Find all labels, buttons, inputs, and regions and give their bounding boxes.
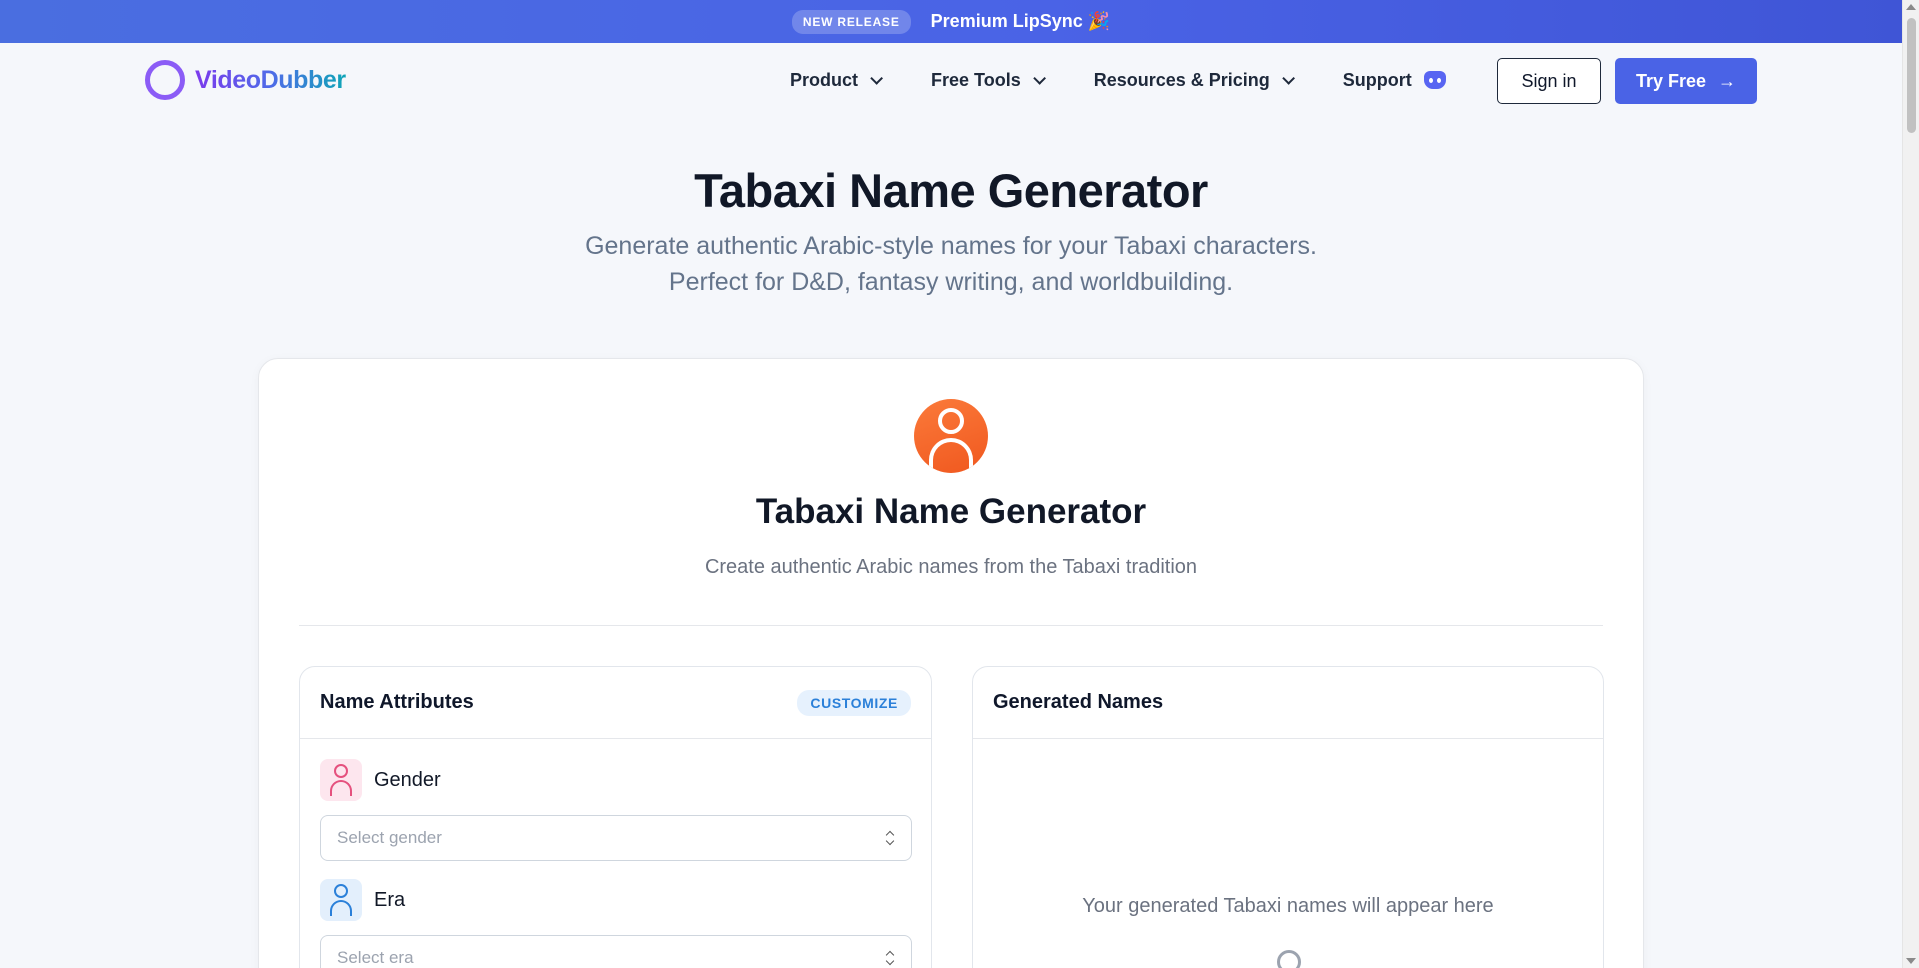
era-select[interactable]: Select era — [320, 935, 912, 968]
nav-item-free-tools[interactable]: Free Tools — [931, 69, 1046, 91]
card-subtitle: Create authentic Arabic names from the T… — [704, 556, 1198, 578]
announcement-bar[interactable]: NEW RELEASE Premium LipSync 🎉 — [0, 0, 1902, 43]
nav-item-support[interactable]: Support — [1343, 70, 1446, 91]
page-subtitle: Generate authentic Arabic-style names fo… — [0, 228, 1902, 300]
gender-select-placeholder: Select gender — [337, 828, 442, 847]
chevron-updown-icon — [885, 829, 895, 847]
subtitle-line-2: Perfect for D&D, fantasy writing, and wo… — [668, 268, 1234, 296]
brand-logo[interactable]: VideoDubber — [145, 60, 346, 100]
nav-item-label: Product — [790, 69, 859, 90]
chevron-down-icon — [1282, 71, 1295, 85]
announcement-message[interactable]: Premium LipSync 🎉 — [931, 11, 1110, 32]
loading-spinner-icon — [1277, 950, 1301, 968]
gender-attribute: Gender — [320, 759, 441, 801]
era-attribute: Era — [320, 879, 405, 921]
panel-header: Name Attributes CUSTOMIZE — [300, 667, 931, 739]
gender-select[interactable]: Select gender — [320, 815, 912, 861]
name-attributes-panel: Name Attributes CUSTOMIZE Gender Select … — [299, 666, 932, 968]
gender-label: Gender — [374, 768, 441, 791]
scrollbar-thumb[interactable] — [1907, 18, 1916, 133]
generated-names-panel: Generated Names Your generated Tabaxi na… — [972, 666, 1604, 968]
era-label: Era — [374, 888, 406, 911]
try-free-label: Try Free — [1635, 70, 1707, 91]
scroll-up-icon[interactable] — [1906, 4, 1916, 10]
arrow-right-icon: → — [1718, 70, 1737, 91]
chevron-down-icon — [1032, 71, 1046, 85]
nav-item-product[interactable]: Product — [790, 69, 884, 91]
page-title: Tabaxi Name Generator — [694, 164, 1208, 217]
nav-menu: Product Free Tools Resources & Pricing S… — [790, 43, 1498, 117]
try-free-button[interactable]: Try Free → — [1615, 58, 1757, 104]
nav-item-label: Support — [1342, 69, 1412, 90]
nav-item-label: Resources & Pricing — [1093, 69, 1270, 90]
new-release-badge: NEW RELEASE — [791, 9, 911, 34]
card-title: Tabaxi Name Generator — [755, 492, 1147, 531]
divider — [299, 625, 1603, 626]
top-navigation: VideoDubber Product Free Tools Resources… — [0, 43, 1902, 117]
generator-card: Tabaxi Name Generator Create authentic A… — [258, 358, 1644, 968]
discord-icon — [1423, 71, 1446, 89]
era-select-placeholder: Select era — [337, 948, 414, 967]
sign-in-button[interactable]: Sign in — [1497, 58, 1601, 104]
panel-title: Generated Names — [993, 691, 1164, 713]
brand-name: VideoDubber — [195, 65, 346, 94]
user-icon — [320, 879, 362, 921]
customize-badge: CUSTOMIZE — [797, 689, 911, 716]
user-icon — [320, 759, 362, 801]
scroll-down-icon[interactable] — [1906, 958, 1916, 964]
nav-item-resources-pricing[interactable]: Resources & Pricing — [1093, 69, 1295, 91]
chevron-down-icon — [870, 71, 884, 85]
empty-state-text: Your generated Tabaxi names will appear … — [1082, 895, 1494, 917]
page-scrollbar[interactable] — [1902, 0, 1919, 968]
subtitle-line-1: Generate authentic Arabic-style names fo… — [585, 232, 1317, 260]
logo-ring-icon — [145, 60, 185, 100]
panel-title: Name Attributes — [320, 691, 474, 713]
nav-item-label: Free Tools — [931, 69, 1021, 90]
user-avatar-icon — [914, 399, 988, 473]
panel-header: Generated Names — [973, 667, 1603, 739]
chevron-updown-icon — [885, 949, 895, 967]
